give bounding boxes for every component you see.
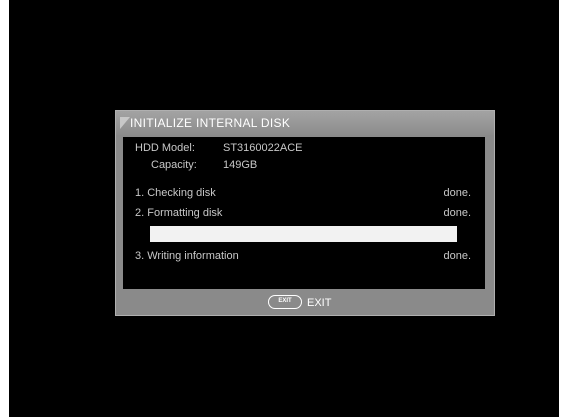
step-3-label: 3. Writing information [135, 250, 239, 262]
exit-label: EXIT [307, 297, 332, 309]
step-2-label: 2. Formatting disk [135, 207, 223, 219]
step-1-status: done. [443, 187, 471, 199]
initialize-disk-dialog: INITIALIZE INTERNAL DISK HDD Model: ST31… [115, 110, 495, 316]
format-progress-bar [150, 226, 457, 242]
step-3-status: done. [443, 250, 471, 262]
capacity-value: 149GB [223, 159, 258, 171]
dialog-content: HDD Model: ST3160022ACE Capacity: 149GB … [123, 137, 485, 289]
hdd-model-label: HDD Model: [135, 142, 195, 154]
dialog-title-bar: INITIALIZE INTERNAL DISK [116, 111, 494, 135]
step-1-label: 1. Checking disk [135, 187, 216, 199]
hdd-model-value: ST3160022ACE [223, 142, 303, 154]
dialog-title: INITIALIZE INTERNAL DISK [130, 116, 291, 130]
format-progress-fill [150, 226, 457, 242]
tv-screen: INITIALIZE INTERNAL DISK HDD Model: ST31… [9, 0, 559, 417]
exit-remote-button-icon[interactable]: EXIT [268, 295, 302, 309]
step-2-status: done. [443, 207, 471, 219]
title-corner-icon [120, 117, 130, 129]
capacity-label: Capacity: [151, 159, 197, 171]
dialog-footer: EXIT EXIT [116, 291, 494, 315]
